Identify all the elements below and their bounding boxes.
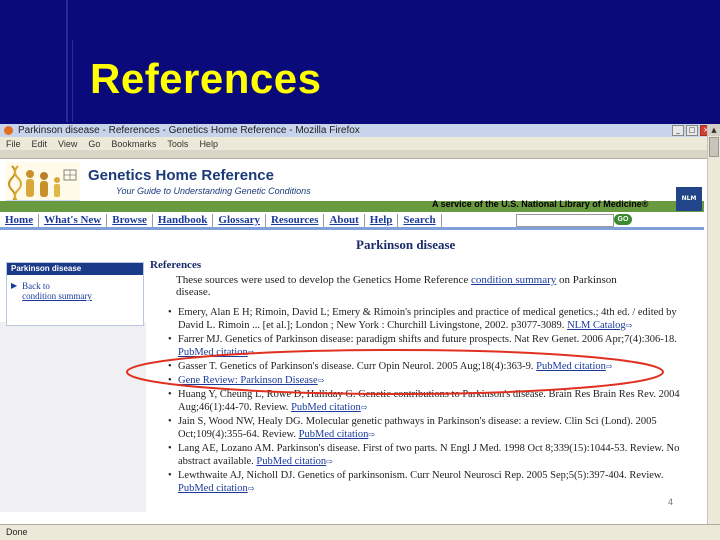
scrollbar-thumb[interactable] — [709, 137, 719, 157]
pubmed-citation-link[interactable]: PubMed citation — [299, 429, 369, 440]
nav-home[interactable]: Home — [0, 214, 40, 227]
nlm-catalog-link[interactable]: NLM Catalog — [567, 320, 626, 331]
condition-summary-inline-link[interactable]: condition summary — [471, 274, 556, 286]
list-item: Lang AE, Lozano AM. Parkinson's disease.… — [166, 442, 686, 468]
decorative-line — [72, 40, 73, 122]
nav-handbook[interactable]: Handbook — [153, 214, 214, 227]
intro-text: These sources were used to develop the G… — [176, 274, 472, 286]
nav-help[interactable]: Help — [365, 214, 399, 227]
references-list: Emery, Alan E H; Rimoin, David L; Emery … — [166, 306, 686, 496]
firefox-icon — [4, 126, 13, 135]
menu-bar: File Edit View Go Bookmarks Tools Help — [0, 137, 720, 150]
menu-tools[interactable]: Tools — [167, 139, 188, 149]
pubmed-citation-link[interactable]: PubMed citation — [178, 483, 248, 494]
window-title: Parkinson disease - References - Genetic… — [18, 125, 360, 136]
window-titlebar: Parkinson disease - References - Genetic… — [0, 124, 720, 137]
minimize-icon[interactable]: _ — [672, 125, 684, 136]
pubmed-citation-link[interactable]: PubMed citation — [291, 402, 361, 413]
nav-whats-new[interactable]: What's New — [39, 214, 108, 227]
triangle-right-icon: ▶ — [11, 281, 18, 290]
search-input[interactable] — [516, 214, 614, 227]
menu-edit[interactable]: Edit — [32, 139, 48, 149]
page-number: 4 — [668, 497, 674, 507]
back-to-summary-link[interactable]: ▶ Back to condition summary — [11, 281, 143, 301]
sidebar-heading: Parkinson disease — [7, 263, 143, 275]
reference-text: Lang AE, Lozano AM. Parkinson's disease.… — [178, 443, 680, 467]
site-tagline: Your Guide to Understanding Genetic Cond… — [116, 186, 311, 196]
pubmed-citation-link[interactable]: PubMed citation — [256, 456, 326, 467]
menu-view[interactable]: View — [58, 139, 77, 149]
external-link-icon: ⇨ — [326, 457, 333, 466]
nav-glossary[interactable]: Glossary — [213, 214, 266, 227]
external-link-icon: ⇨ — [625, 321, 633, 330]
browser-toolbar — [0, 150, 720, 159]
nav-resources[interactable]: Resources — [266, 214, 325, 227]
references-heading: References — [150, 259, 202, 271]
maximize-icon[interactable]: □ — [686, 125, 698, 136]
nav-divider — [0, 227, 704, 230]
browser-window: Parkinson disease - References - Genetic… — [0, 124, 720, 540]
list-item: Emery, Alan E H; Rimoin, David L; Emery … — [166, 306, 686, 332]
external-link-icon: ⇨ — [368, 430, 376, 439]
condition-summary-link[interactable]: condition summary — [22, 291, 92, 301]
external-link-icon: ⇨ — [247, 484, 255, 493]
menu-bookmarks[interactable]: Bookmarks — [111, 139, 156, 149]
menu-file[interactable]: File — [6, 139, 21, 149]
menu-go[interactable]: Go — [88, 139, 100, 149]
back-label: Back to — [22, 281, 50, 291]
sidebar: Parkinson disease ▶ Back to condition su… — [6, 262, 144, 326]
dna-family-logo-icon — [6, 162, 80, 206]
references-intro: These sources were used to develop the G… — [176, 274, 646, 298]
vertical-scrollbar[interactable]: ▲ — [707, 124, 720, 524]
nav-browse[interactable]: Browse — [107, 214, 153, 227]
highlight-ellipse — [126, 349, 664, 395]
reference-text: Farrer MJ. Genetics of Parkinson disease… — [178, 334, 677, 345]
page-title: Parkinson disease — [356, 237, 456, 252]
reference-text: Lewthwaite AJ, Nicholl DJ. Genetics of p… — [178, 470, 664, 481]
slide-title: References — [90, 55, 322, 102]
list-item: Jain S, Wood NW, Healy DG. Molecular gen… — [166, 415, 686, 441]
nav-search[interactable]: Search — [398, 214, 442, 227]
scroll-up-icon[interactable]: ▲ — [708, 124, 720, 136]
nav-about[interactable]: About — [324, 214, 365, 227]
nlm-service-note: A service of the U.S. National Library o… — [432, 199, 649, 209]
status-bar: Done — [0, 524, 720, 540]
go-button[interactable]: GO — [614, 214, 632, 225]
decorative-line — [66, 0, 68, 122]
site-title[interactable]: Genetics Home Reference — [88, 167, 274, 184]
reference-text: Jain S, Wood NW, Healy DG. Molecular gen… — [178, 416, 657, 440]
page-content: Genetics Home Reference Your Guide to Un… — [0, 159, 708, 523]
menu-help[interactable]: Help — [199, 139, 218, 149]
list-item: Lewthwaite AJ, Nicholl DJ. Genetics of p… — [166, 469, 686, 495]
external-link-icon: ⇨ — [360, 403, 368, 412]
nlm-logo-icon[interactable]: NLM — [676, 187, 702, 211]
